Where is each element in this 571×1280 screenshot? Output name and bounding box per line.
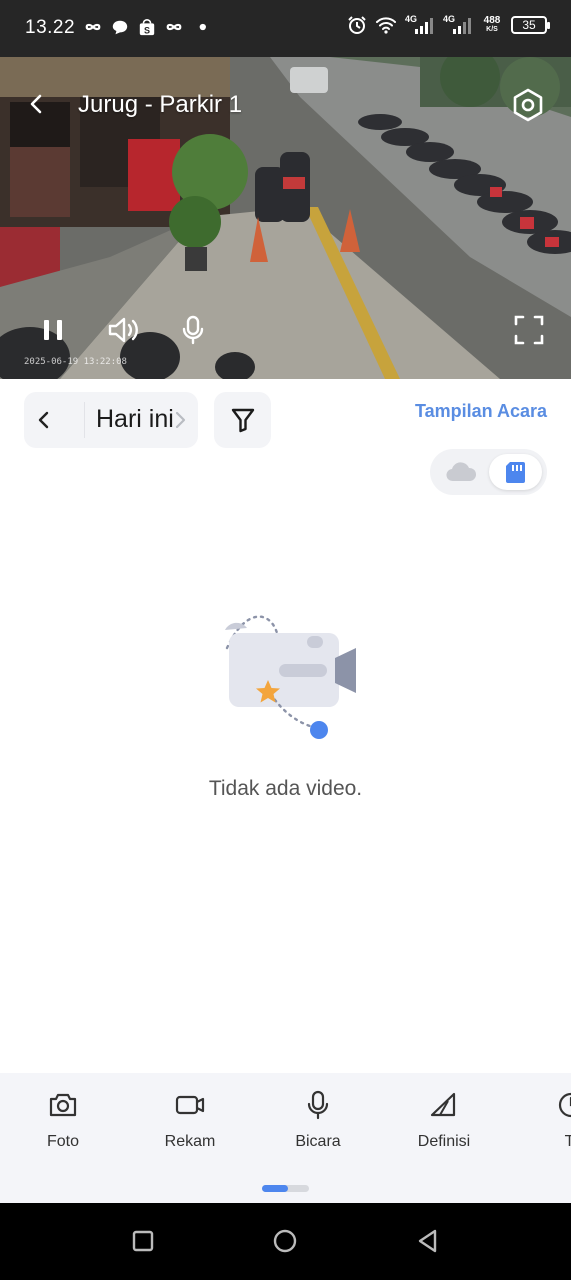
back-nav-icon[interactable] [414,1227,442,1255]
recent-apps-icon[interactable] [129,1227,157,1255]
tool-label: Definisi [417,1133,471,1150]
shopee-bag-icon: S [139,19,155,35]
empty-message: Tidak ada video. [208,777,363,800]
dot-icon [199,23,206,31]
pause-icon[interactable] [36,313,70,347]
sd-card-option[interactable] [489,454,542,490]
video-timestamp: 2025-06-19 13:22:08 [24,357,127,367]
storage-toggle[interactable] [430,449,547,495]
cloud-icon[interactable] [444,461,478,483]
volume-icon[interactable] [106,313,142,347]
no-video-illustration [225,615,356,739]
tool-label: Ti [564,1133,571,1150]
status-bar: 13.22 S 4G 4G 488 K/S 35 [0,0,571,57]
tool-photo[interactable]: Foto [8,1089,118,1151]
notification-icons: S [84,18,210,36]
definition-icon [430,1092,456,1117]
tool-timer[interactable]: Ti [516,1089,571,1151]
tool-record[interactable]: Rekam [135,1089,245,1151]
battery-icon: 35 [511,16,550,34]
microphone-icon[interactable] [176,313,210,347]
speed-value: 488 [483,15,501,26]
camera-live-view[interactable]: Jurug - Parkir 1 2025-06-19 13:22:08 [0,57,571,379]
status-time: 13.22 [25,17,76,38]
network-speed: 488 K/S [481,16,503,34]
settings-icon[interactable] [510,87,546,123]
tool-definition[interactable]: Definisi [389,1089,499,1151]
sd-card-icon [506,462,525,483]
filter-button[interactable] [214,392,271,448]
date-selector: Hari ini [24,392,198,448]
speed-unit: K/S [486,26,498,33]
bottom-toolbar: Foto Rekam Bicara Definisi Ti [0,1073,571,1203]
chevron-left-icon[interactable] [36,410,52,430]
toolbar-page-indicator [262,1185,309,1192]
back-icon[interactable] [26,93,48,115]
divider [84,402,85,438]
tool-label: Bicara [295,1133,341,1150]
infinity-icon [166,23,182,31]
home-icon[interactable] [271,1227,299,1255]
timer-icon [558,1092,571,1118]
chevron-right-icon[interactable] [172,410,188,430]
tool-label: Foto [46,1133,79,1150]
wifi-icon [376,17,396,34]
camera-icon [49,1093,77,1117]
signal-4g-icon: 4G [443,14,473,36]
chat-bubble-icon [112,20,128,35]
camera-title: Jurug - Parkir 1 [78,91,243,118]
page-indicator-active [262,1185,288,1192]
tool-talk[interactable]: Bicara [263,1089,373,1151]
alarm-icon [348,16,366,34]
svg-text:S: S [144,25,150,35]
tool-label: Rekam [164,1133,216,1150]
filter-icon [231,408,255,433]
date-label[interactable]: Hari ini [96,405,174,434]
fullscreen-icon[interactable] [512,313,546,347]
infinity-icon [85,23,101,31]
system-navigation-bar [0,1203,571,1280]
event-view-link[interactable]: Tampilan Acara [415,401,547,422]
system-icons: 4G 4G 488 K/S 35 [347,14,550,36]
video-record-icon [175,1095,205,1115]
signal-4g-icon: 4G [405,14,435,36]
microphone-icon [307,1090,329,1120]
